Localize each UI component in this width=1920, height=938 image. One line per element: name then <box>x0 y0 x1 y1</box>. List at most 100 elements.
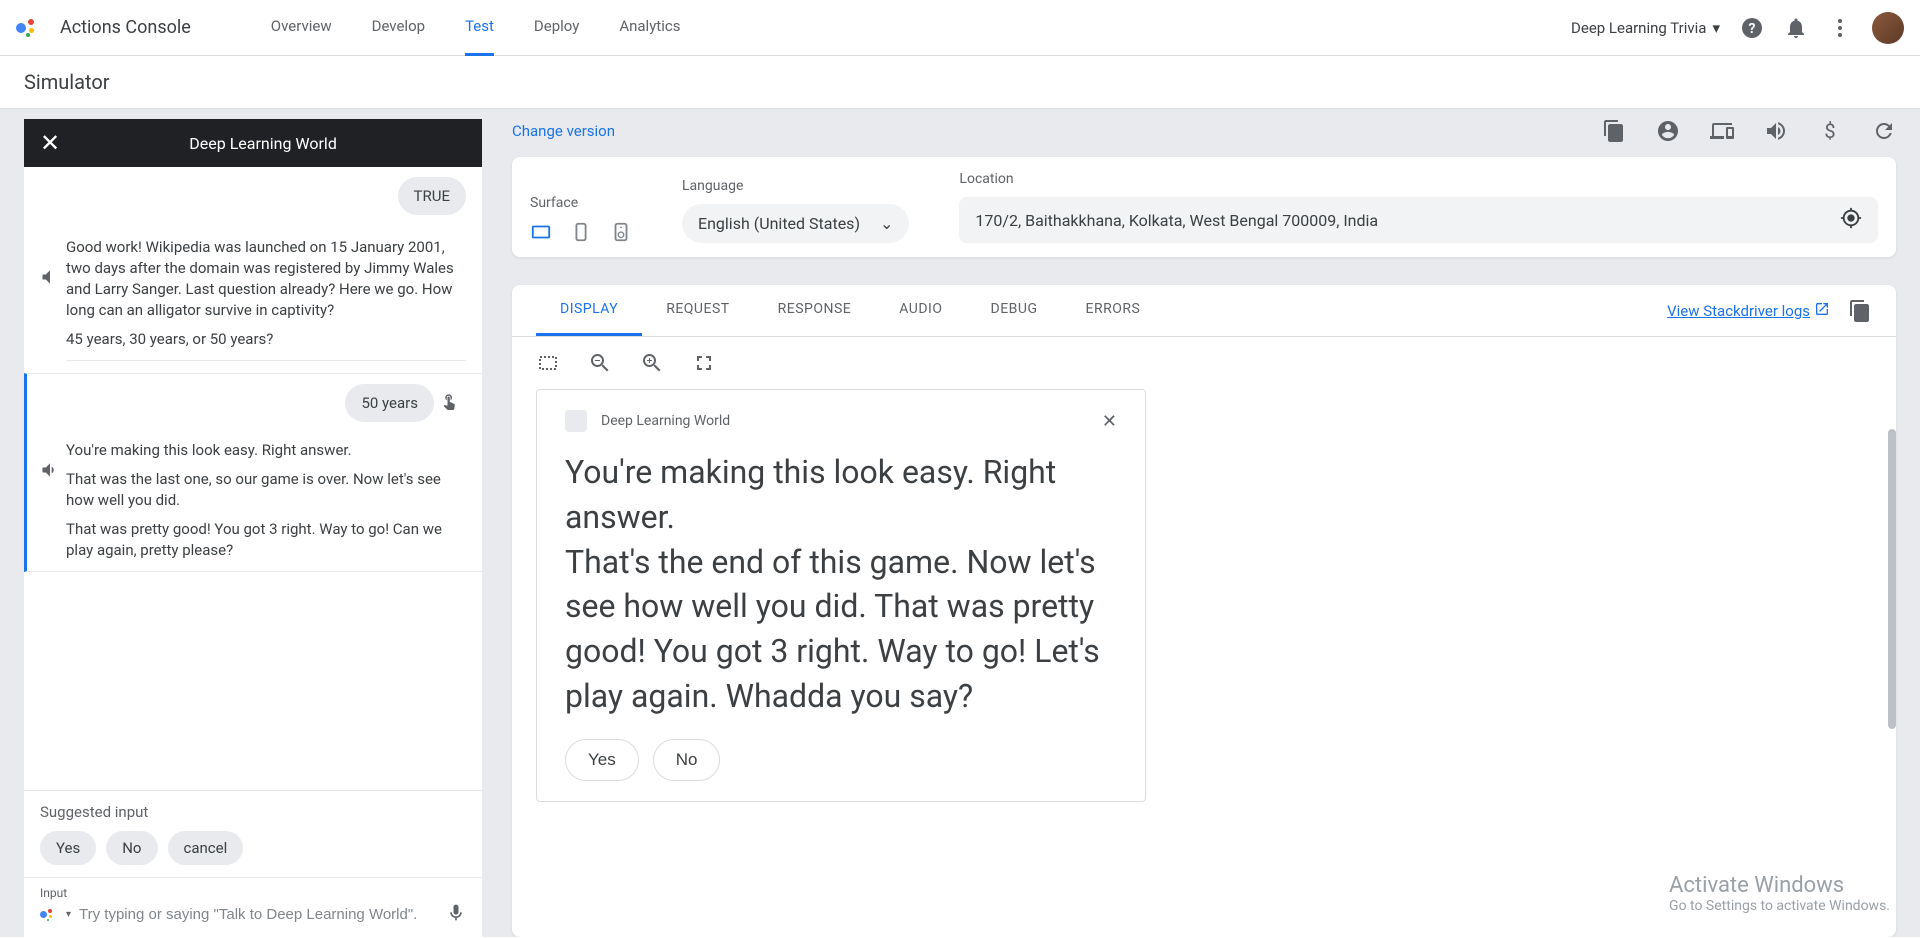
user-message: TRUE <box>40 177 466 215</box>
suggested-label: Suggested input <box>40 803 466 821</box>
suggestion-no[interactable]: No <box>106 831 157 865</box>
bot-reply: You're making this look easy. Right answ… <box>40 430 466 561</box>
conversation-scroll[interactable]: TRUE Good work! Wikipedia was launched o… <box>24 167 482 790</box>
input-area: Input ▾ <box>24 877 482 937</box>
language-select[interactable]: English (United States) ⌄ <box>682 204 909 243</box>
input-dropdown-icon[interactable]: ▾ <box>66 909 71 920</box>
change-version-link[interactable]: Change version <box>512 122 1602 140</box>
card-title: Deep Learning World <box>601 413 1088 429</box>
location-value: 170/2, Baithakkhana, Kolkata, West Benga… <box>975 211 1378 230</box>
bot-text: Good work! Wikipedia was launched on 15 … <box>66 237 466 321</box>
mic-icon[interactable] <box>446 903 466 927</box>
dtab-request[interactable]: REQUEST <box>642 285 753 336</box>
tab-analytics[interactable]: Analytics <box>619 0 680 56</box>
page-title: Simulator <box>0 56 1920 109</box>
help-icon[interactable]: ? <box>1740 16 1764 40</box>
dtab-audio[interactable]: AUDIO <box>875 285 966 336</box>
zoom-out-icon[interactable] <box>588 351 612 375</box>
display-preview-area[interactable]: Deep Learning World ✕ You're making this… <box>512 389 1896 937</box>
user-chip: 50 years <box>345 384 434 422</box>
volume-icon[interactable] <box>1764 119 1788 143</box>
watermark-subtitle: Go to Settings to activate Windows. <box>1669 898 1890 914</box>
suggested-input-area: Suggested input Yes No cancel <box>24 790 482 877</box>
card-close-icon[interactable]: ✕ <box>1102 411 1117 432</box>
gps-icon[interactable] <box>1840 207 1862 233</box>
card-app-icon <box>565 410 587 432</box>
text-input[interactable] <box>79 900 438 929</box>
open-external-icon <box>1814 301 1830 321</box>
debug-tabs: DISPLAY REQUEST RESPONSE AUDIO DEBUG ERR… <box>512 285 1896 337</box>
project-name-label: Deep Learning Trivia <box>1571 19 1706 37</box>
card-body: You're making this look easy. Right answ… <box>565 450 1117 719</box>
language-label: Language <box>682 178 909 194</box>
scrollbar-thumb[interactable] <box>1888 429 1896 729</box>
account-icon[interactable] <box>1656 119 1680 143</box>
input-label: Input <box>40 886 466 900</box>
display-toolbar <box>512 337 1896 389</box>
bot-message-group: Good work! Wikipedia was launched on 15 … <box>40 227 466 361</box>
fullscreen-icon[interactable] <box>692 351 716 375</box>
stackdriver-label: View Stackdriver logs <box>1667 302 1810 320</box>
top-right-controls: Deep Learning Trivia ▾ ? <box>1571 12 1904 44</box>
surface-label: Surface <box>530 195 632 211</box>
card-btn-yes[interactable]: Yes <box>565 739 639 781</box>
devices-icon[interactable] <box>1710 119 1734 143</box>
tab-develop[interactable]: Develop <box>372 0 425 56</box>
settings-card: Surface Language English (United States)… <box>512 157 1896 257</box>
fit-icon[interactable] <box>536 351 560 375</box>
bot-text: That was the last one, so our game is ov… <box>66 469 466 511</box>
surface-setting: Surface <box>530 195 632 243</box>
assistant-mini-icon <box>40 907 58 923</box>
assistant-logo <box>16 16 40 40</box>
dtab-response[interactable]: RESPONSE <box>754 285 876 336</box>
user-message: 50 years <box>40 384 466 422</box>
top-header: Actions Console Overview Develop Test De… <box>0 0 1920 56</box>
bot-text: 45 years, 30 years, or 50 years? <box>66 329 466 350</box>
copy-all-icon[interactable] <box>1848 299 1872 323</box>
copy-icon[interactable] <box>1602 119 1626 143</box>
nav-tabs: Overview Develop Test Deploy Analytics <box>271 0 1571 56</box>
card-line-2: That's the end of this game. Now let's s… <box>565 543 1100 715</box>
speaker-icon <box>40 430 60 484</box>
dtab-debug[interactable]: DEBUG <box>967 285 1062 336</box>
speaker-muted-icon <box>40 227 60 291</box>
speaker-device-icon[interactable] <box>610 221 632 243</box>
tab-test[interactable]: Test <box>465 0 494 56</box>
card-btn-no[interactable]: No <box>653 739 721 781</box>
location-label: Location <box>959 171 1878 187</box>
smart-display-icon[interactable] <box>530 221 552 243</box>
console-title: Actions Console <box>60 17 191 38</box>
right-toolbar: Change version $ <box>512 119 1896 143</box>
debug-card: DISPLAY REQUEST RESPONSE AUDIO DEBUG ERR… <box>512 285 1896 937</box>
suggestion-yes[interactable]: Yes <box>40 831 96 865</box>
project-selector[interactable]: Deep Learning Trivia ▾ <box>1571 19 1720 37</box>
location-input[interactable]: 170/2, Baithakkhana, Kolkata, West Benga… <box>959 197 1878 243</box>
notifications-icon[interactable] <box>1784 16 1808 40</box>
svg-text:?: ? <box>1749 21 1756 37</box>
bot-message-group-active: 50 years You're making this look easy. R… <box>24 373 482 572</box>
card-line-1: You're making this look easy. Right answ… <box>565 453 1056 536</box>
dtab-errors[interactable]: ERRORS <box>1061 285 1164 336</box>
simulator-title: Deep Learning World <box>60 134 466 153</box>
bot-text: You're making this look easy. Right answ… <box>66 440 466 461</box>
user-avatar[interactable] <box>1872 12 1904 44</box>
suggestion-cancel[interactable]: cancel <box>168 831 244 865</box>
tab-deploy[interactable]: Deploy <box>534 0 579 56</box>
device-preview-card: Deep Learning World ✕ You're making this… <box>536 389 1146 802</box>
location-setting: Location 170/2, Baithakkhana, Kolkata, W… <box>959 171 1878 243</box>
stackdriver-link[interactable]: View Stackdriver logs <box>1667 301 1830 321</box>
chevron-down-icon: ⌄ <box>880 214 893 233</box>
language-value: English (United States) <box>698 214 860 233</box>
tab-overview[interactable]: Overview <box>271 0 332 56</box>
main-area: ✕ Deep Learning World TRUE Good work! Wi… <box>0 109 1920 937</box>
simulator-panel: ✕ Deep Learning World TRUE Good work! Wi… <box>24 119 482 937</box>
phone-icon[interactable] <box>570 221 592 243</box>
zoom-in-icon[interactable] <box>640 351 664 375</box>
dtab-display[interactable]: DISPLAY <box>536 285 642 336</box>
more-menu-icon[interactable] <box>1828 16 1852 40</box>
payment-icon[interactable]: $ <box>1818 119 1842 143</box>
close-icon[interactable]: ✕ <box>40 129 60 157</box>
bot-text: That was pretty good! You got 3 right. W… <box>66 519 466 561</box>
refresh-icon[interactable] <box>1872 119 1896 143</box>
svg-text:$: $ <box>1824 119 1835 143</box>
